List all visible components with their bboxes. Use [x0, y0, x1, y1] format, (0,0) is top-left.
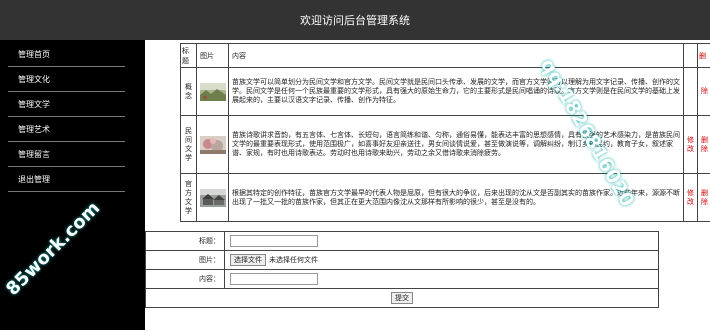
submit-button[interactable]: 提交 [391, 292, 413, 304]
row-title: 官方文学 [180, 173, 197, 222]
table-header-row: 标题 图片 内容 删 [180, 43, 710, 68]
header-picture: 图片 [196, 43, 229, 68]
delete-link[interactable]: 删除 [697, 173, 710, 222]
sidebar-item-culture[interactable]: 管理文化 [8, 67, 125, 92]
row-title: 概念 [180, 67, 197, 116]
form-row-title: 标题： [145, 231, 659, 251]
content-cell [224, 269, 659, 289]
entry-form: 标题： 图片： 选择文件 未选择任何文件 内容： 提交 [145, 231, 659, 308]
title-cell [224, 231, 659, 251]
image-cell: 选择文件 未选择任何文件 [224, 250, 659, 270]
village-thumbnail-icon [200, 188, 226, 207]
sidebar-item-home[interactable]: 管理首页 [8, 42, 125, 67]
row-picture [196, 67, 229, 116]
row-content: 苗族诗歌讲求音韵，有五言体、七言体、长短句，语言简练和谐、匀称，通俗易懂，能表达… [228, 115, 684, 174]
table-row: 概念 苗族文学可以简单划分为民间文学和官方文学。民间文学就是民间口头传承、发展的… [180, 67, 710, 116]
header-op-delete: 删 [697, 43, 710, 68]
edit-link[interactable]: 修改 [683, 115, 698, 174]
submit-cell: 提交 [145, 288, 659, 308]
page-title: 欢迎访问后台管理系统 [300, 14, 410, 27]
delete-link[interactable]: 删除 [697, 115, 710, 174]
content-label: 内容： [145, 269, 225, 289]
table-row: 民间文学 苗族诗歌讲求音韵，有五言体、七言体、长短句，语言简练和谐、匀称，通俗易… [180, 115, 710, 174]
row-content: 根据其特定的创作特征，苗族官方文学最早的代表人物是屈原，但有很大的争议，后来出现… [228, 173, 684, 222]
sidebar-item-art[interactable]: 管理艺术 [8, 117, 125, 142]
title-input[interactable] [230, 235, 318, 247]
sidebar: 管理首页 管理文化 管理文学 管理艺术 管理留言 退出管理 [0, 40, 145, 330]
image-label: 图片： [145, 250, 225, 270]
row-picture [196, 115, 229, 174]
content-table: 标题 图片 内容 删 概念 苗族文学可以简单划分为民间文学和官方文学。民间文学就… [180, 43, 710, 222]
blossom-thumbnail-icon [200, 135, 226, 154]
landscape-thumbnail-icon [200, 82, 226, 101]
sidebar-item-logout[interactable]: 退出管理 [8, 167, 125, 192]
form-row-image: 图片： 选择文件 未选择任何文件 [145, 250, 659, 270]
row-title: 民间文学 [180, 115, 197, 174]
row-content: 苗族文学可以简单划分为民间文学和官方文学。民间文学就是民间口头传承、发展的文学，… [228, 67, 684, 116]
header-title: 标题 [180, 43, 197, 68]
title-label: 标题： [145, 231, 225, 251]
delete-link[interactable]: 除 [697, 67, 710, 116]
choose-file-button[interactable]: 选择文件 [230, 254, 266, 266]
form-row-content: 内容： [145, 269, 659, 289]
file-status-text: 未选择任何文件 [269, 256, 318, 264]
header-op-edit [683, 43, 698, 68]
form-row-submit: 提交 [145, 288, 659, 308]
sidebar-item-messages[interactable]: 管理留言 [8, 142, 125, 167]
edit-link[interactable]: 修改 [683, 173, 698, 222]
row-picture [196, 173, 229, 222]
edit-link[interactable] [683, 67, 698, 116]
content-input[interactable] [230, 273, 318, 285]
sidebar-item-literature[interactable]: 管理文学 [8, 92, 125, 117]
header-content: 内容 [228, 43, 684, 68]
table-row: 官方文学 根据其特定的创作特征，苗族官方文学最早的代表人物是屈原，但有很大的争议… [180, 173, 710, 222]
header-bar: 欢迎访问后台管理系统 [0, 0, 710, 40]
